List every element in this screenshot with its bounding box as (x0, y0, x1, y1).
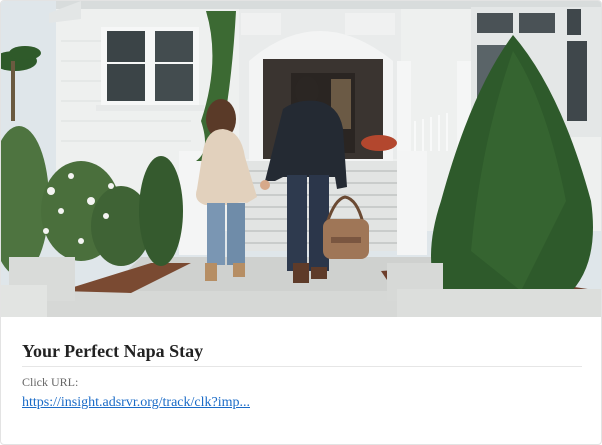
ad-content: Your Perfect Napa Stay Click URL: https:… (22, 339, 582, 412)
ad-title: Your Perfect Napa Stay (22, 341, 204, 361)
click-url-label: Click URL: (22, 375, 79, 389)
ad-hero-image[interactable] (1, 1, 601, 317)
ad-preview-card: Your Perfect Napa Stay Click URL: https:… (0, 0, 602, 445)
click-url-link[interactable]: https://insight.adsrvr.org/track/clk?imp… (22, 394, 250, 412)
house-couple-photo (1, 1, 601, 317)
divider (22, 366, 582, 367)
